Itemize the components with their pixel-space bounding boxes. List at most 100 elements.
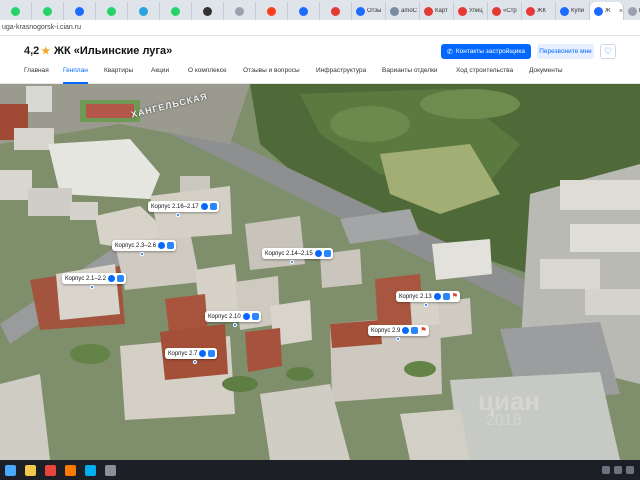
callback-button[interactable]: Перезвоните мне — [537, 44, 594, 59]
tray-icon[interactable] — [602, 466, 610, 474]
building-pin[interactable] — [290, 260, 294, 264]
flag-icon: ⚑ — [420, 327, 427, 334]
browser-tab[interactable]: Парк — [624, 2, 640, 20]
taskbar-app[interactable] — [80, 460, 100, 480]
firefox-icon — [64, 464, 76, 476]
favorite-button[interactable]: ♡ — [600, 44, 616, 59]
nav-item[interactable]: О комплексе — [188, 66, 227, 84]
close-tab-icon[interactable]: × — [619, 8, 623, 15]
cian-icon — [560, 6, 569, 16]
status-check-icon — [200, 203, 208, 210]
taskbar-app[interactable] — [40, 460, 60, 480]
browser-tab[interactable]: Карт — [420, 2, 454, 20]
game-icon — [104, 464, 116, 476]
building-label: Корпус 2.13 — [399, 293, 432, 300]
browser-tab[interactable]: Отзы — [352, 2, 386, 20]
building-tag[interactable]: Корпус 2.1–2.2 — [62, 273, 127, 284]
taskbar-app[interactable] — [0, 460, 20, 480]
browser-tab[interactable] — [96, 2, 128, 20]
whatsapp-icon — [43, 6, 52, 16]
tray-icon[interactable] — [614, 466, 622, 474]
taskbar-app[interactable] — [100, 460, 120, 480]
browser-tab[interactable] — [320, 2, 352, 20]
building-label: Корпус 2.3–2.6 — [115, 242, 157, 249]
nav-item[interactable]: Ход строительства — [456, 66, 513, 84]
address-bar[interactable]: uga-krasnogorsk-i.cian.ru — [0, 20, 640, 36]
building-tag[interactable]: Корпус 2.16–2.17 — [148, 201, 219, 212]
browser-tab[interactable] — [32, 2, 64, 20]
os-taskbar — [0, 460, 640, 480]
browser-tab[interactable]: «Стр — [488, 2, 522, 20]
building-pin[interactable] — [233, 323, 237, 327]
tab-label: Улиц — [469, 8, 483, 14]
browser-tab[interactable]: amoC — [386, 2, 420, 20]
masterplan-map[interactable]: ХАНГЕЛЬСКАЯ циан 2018 Корпус 2.16–2.17 Ко… — [0, 84, 640, 460]
nav-item[interactable]: Варианты отделки — [382, 66, 438, 84]
browser-tab[interactable] — [224, 2, 256, 20]
browser-tab[interactable]: Купи — [556, 2, 590, 20]
building-tag[interactable]: Корпус 2.3–2.6 — [112, 240, 177, 251]
building-tag[interactable]: Корпус 2.7 — [165, 348, 218, 359]
building-tag[interactable]: Корпус 2.13 ⚑ — [396, 291, 460, 302]
building-tag[interactable]: Корпус 2.10 — [205, 311, 261, 322]
apartments-icon — [323, 250, 331, 257]
building-pin[interactable] — [140, 252, 144, 256]
browser-tab[interactable] — [192, 2, 224, 20]
rating-value: 4,2 — [24, 45, 40, 57]
building-label: Корпус 2.9 — [371, 327, 401, 334]
status-check-icon — [402, 327, 410, 334]
whatsapp-icon — [11, 6, 20, 16]
aerial-view-illustration — [0, 84, 640, 460]
contacts-button[interactable]: ✆ Контакты застройщика — [441, 44, 531, 59]
mail-icon — [331, 6, 340, 16]
system-tray — [602, 466, 640, 474]
building-tag[interactable]: Корпус 2.14–2.15 — [262, 248, 333, 259]
building-tag[interactable]: Корпус 2.9 ⚑ — [368, 325, 429, 336]
nav-item[interactable]: Инфраструктура — [316, 66, 366, 84]
browser-tab[interactable] — [128, 2, 160, 20]
building-label: Корпус 2.7 — [168, 350, 198, 357]
browser-tab[interactable]: Улиц — [454, 2, 488, 20]
nav-item[interactable]: Квартиры — [104, 66, 133, 84]
browser-tab-strip: ОтзыamoCКартУлиц«СтрЖККупиЖ×Парк35 GE+ — [0, 0, 640, 20]
building-pin[interactable] — [193, 360, 197, 364]
callback-button-label: Перезвоните мне — [539, 48, 592, 55]
building-label: Корпус 2.10 — [208, 313, 241, 320]
heart-icon: ♡ — [603, 46, 613, 56]
skype-icon — [84, 464, 96, 476]
nav-item[interactable]: Акции — [151, 66, 169, 84]
tab-label: «Стр — [503, 8, 517, 14]
browser-tab[interactable] — [256, 2, 288, 20]
browser-tab[interactable] — [64, 2, 96, 20]
taskbar-app[interactable] — [60, 460, 80, 480]
telegram-icon — [139, 6, 148, 16]
taskbar-app[interactable] — [20, 460, 40, 480]
url-text[interactable]: uga-krasnogorsk-i.cian.ru — [2, 24, 81, 31]
avito-icon — [235, 6, 244, 16]
nav-item[interactable]: Отзывы и вопросы — [243, 66, 300, 84]
apartments-icon — [117, 275, 125, 282]
nav-item[interactable]: Генплан — [63, 66, 88, 84]
browser-tab[interactable] — [288, 2, 320, 20]
rating[interactable]: 4,2 ★ — [24, 45, 50, 57]
browser-tab[interactable]: ЖК — [522, 2, 556, 20]
status-check-icon — [433, 293, 441, 300]
building-pin[interactable] — [424, 303, 428, 307]
explorer-icon — [24, 464, 36, 476]
browser-tab[interactable] — [160, 2, 192, 20]
page-title: ЖК «Ильинские луга» — [54, 45, 173, 57]
tab-label: Карт — [435, 8, 448, 14]
browser-tab[interactable] — [0, 2, 32, 20]
building-pin[interactable] — [396, 337, 400, 341]
globe-icon — [390, 6, 399, 16]
status-check-icon — [242, 313, 250, 320]
building-pin[interactable] — [176, 213, 180, 217]
nav-item[interactable]: Главная — [24, 66, 49, 84]
apartments-icon — [442, 293, 450, 300]
building-pin[interactable] — [90, 285, 94, 289]
tab-label: Ж — [605, 8, 611, 14]
nav-item[interactable]: Документы — [529, 66, 563, 84]
whatsapp-icon — [107, 6, 116, 16]
browser-tab[interactable]: Ж × — [590, 2, 624, 20]
tray-icon[interactable] — [626, 466, 634, 474]
